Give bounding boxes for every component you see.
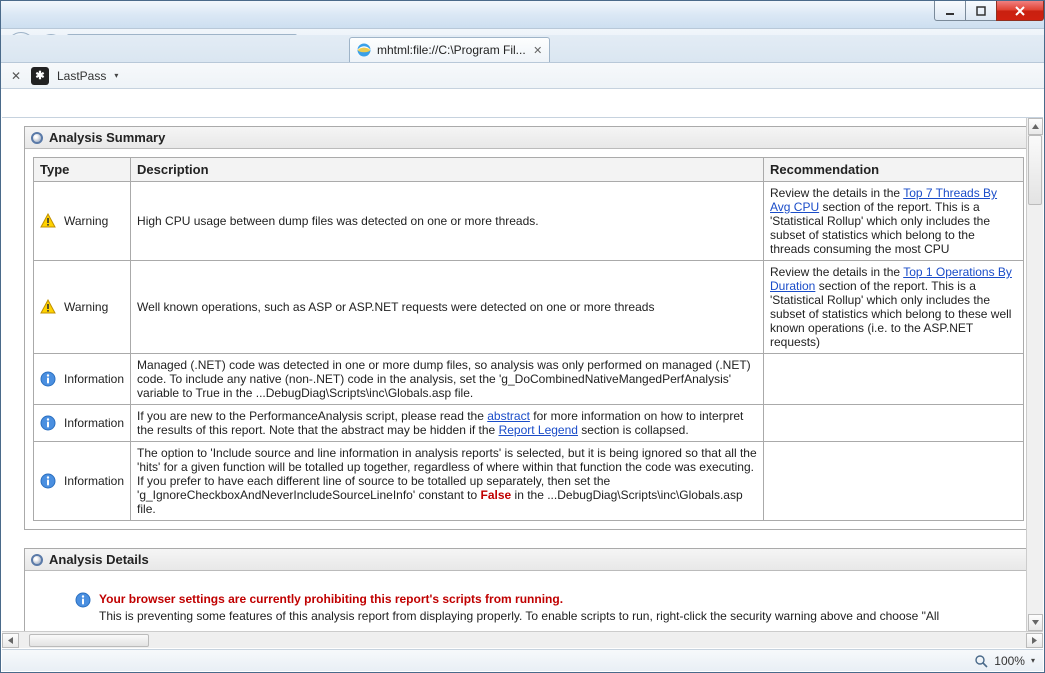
cell-description: Managed (.NET) code was detected in one … [131, 354, 764, 405]
cell-description: Well known operations, such as ASP or AS… [131, 261, 764, 354]
cell-type-label: Information [64, 416, 124, 430]
col-type: Type [34, 158, 131, 182]
table-row: Warning Well known operations, such as A… [34, 261, 1024, 354]
cell-recommendation [764, 354, 1024, 405]
scroll-track[interactable] [1027, 135, 1043, 614]
tab-close-button[interactable]: ✕ [531, 43, 545, 57]
collapse-toggle-icon[interactable] [31, 554, 43, 566]
script-warning-text: Your browser settings are currently proh… [99, 591, 939, 625]
cell-type-label: Information [64, 474, 124, 488]
table-row: Warning High CPU usage between dump file… [34, 182, 1024, 261]
cell-recommendation [764, 405, 1024, 442]
script-warning-line2: This is preventing some features of this… [99, 608, 939, 625]
scroll-thumb[interactable] [1028, 135, 1042, 205]
section-title: Analysis Details [49, 552, 149, 567]
report-legend-link[interactable]: Report Legend [499, 423, 578, 437]
horizontal-scrollbar[interactable] [2, 631, 1043, 648]
warning-icon [40, 299, 56, 315]
extension-toolbar: ✕ ✱ LastPass ▾ [1, 63, 1044, 89]
scroll-down-button[interactable] [1028, 614, 1043, 631]
window-minimize-button[interactable] [934, 1, 966, 21]
table-row: Information Managed (.NET) code was dete… [34, 354, 1024, 405]
analysis-summary-header[interactable]: Analysis Summary [25, 127, 1032, 149]
zoom-level[interactable]: 100% [994, 654, 1025, 668]
scroll-left-button[interactable] [2, 633, 19, 648]
analysis-details-header[interactable]: Analysis Details [25, 549, 1032, 571]
scroll-thumb[interactable] [29, 634, 149, 647]
analysis-summary-section: Analysis Summary Type Description Recomm… [24, 126, 1033, 530]
info-icon [40, 415, 56, 431]
lastpass-icon[interactable]: ✱ [31, 67, 49, 85]
browser-window: C:\Program Files\DebugDiag\F ▾ [0, 0, 1045, 673]
info-icon [75, 592, 91, 608]
abstract-link[interactable]: abstract [487, 409, 530, 423]
warning-icon [40, 213, 56, 229]
cell-recommendation: Review the details in the Top 1 Operatio… [764, 261, 1024, 354]
zoom-icon[interactable] [974, 654, 988, 668]
status-bar: 100% ▾ [2, 649, 1043, 671]
collapse-toggle-icon[interactable] [31, 132, 43, 144]
page-viewport[interactable]: Analysis Summary Type Description Recomm… [2, 117, 1043, 648]
table-row: Information If you are new to the Perfor… [34, 405, 1024, 442]
section-title: Analysis Summary [49, 130, 165, 145]
window-close-button[interactable] [996, 1, 1044, 21]
tab-strip: mhtml:file://C:\Program Fil... ✕ [1, 35, 1044, 63]
table-row: Information The option to 'Include sourc… [34, 442, 1024, 521]
summary-table: Type Description Recommendation Warning [33, 157, 1024, 521]
false-constant: False [481, 488, 512, 502]
browser-tab[interactable]: mhtml:file://C:\Program Fil... ✕ [349, 37, 550, 62]
zoom-dropdown-icon[interactable]: ▾ [1031, 656, 1035, 665]
window-controls [935, 1, 1044, 21]
ie-favicon-icon [356, 42, 372, 58]
script-warning-line1: Your browser settings are currently proh… [99, 591, 939, 608]
col-recommendation: Recommendation [764, 158, 1024, 182]
col-description: Description [131, 158, 764, 182]
vertical-scrollbar[interactable] [1026, 118, 1043, 631]
extbar-dropdown-icon[interactable]: ▾ [114, 71, 118, 80]
info-icon [40, 473, 56, 489]
cell-recommendation: Review the details in the Top 7 Threads … [764, 182, 1024, 261]
analysis-details-section: Analysis Details Your browser settings a… [24, 548, 1033, 634]
cell-description: The option to 'Include source and line i… [131, 442, 764, 521]
window-titlebar [1, 1, 1044, 29]
cell-recommendation [764, 442, 1024, 521]
window-maximize-button[interactable] [965, 1, 997, 21]
cell-description: High CPU usage between dump files was de… [131, 182, 764, 261]
scroll-up-button[interactable] [1028, 118, 1043, 135]
extbar-close-button[interactable]: ✕ [9, 69, 23, 83]
report-page: Analysis Summary Type Description Recomm… [2, 118, 1043, 648]
cell-description: If you are new to the PerformanceAnalysi… [131, 405, 764, 442]
extbar-label[interactable]: LastPass [57, 69, 106, 83]
info-icon [40, 371, 56, 387]
cell-type-label: Warning [64, 214, 108, 228]
scroll-right-button[interactable] [1026, 633, 1043, 648]
cell-type-label: Warning [64, 300, 108, 314]
cell-type-label: Information [64, 372, 124, 386]
scroll-track[interactable] [19, 633, 1026, 648]
tab-label: mhtml:file://C:\Program Fil... [377, 43, 526, 57]
